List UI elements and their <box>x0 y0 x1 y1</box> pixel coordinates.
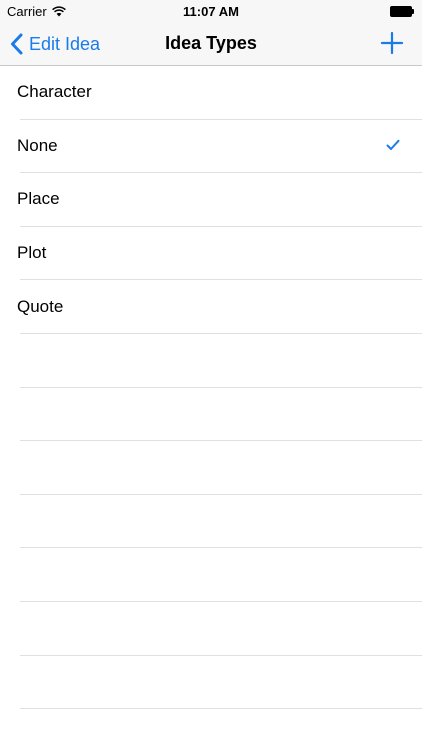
empty-row <box>20 334 422 388</box>
battery-icon <box>390 6 415 17</box>
list-item-place[interactable]: Place <box>17 173 422 227</box>
list-item-plot[interactable]: Plot <box>17 227 422 281</box>
list-item-label: Plot <box>17 243 47 263</box>
empty-row <box>20 548 422 602</box>
list-item-label: None <box>17 135 58 155</box>
empty-row <box>20 709 422 750</box>
empty-row <box>20 656 422 710</box>
checkmark-icon <box>386 139 400 150</box>
empty-row <box>20 388 422 442</box>
status-bar: Carrier 11:07 AM <box>0 0 422 22</box>
add-icon[interactable] <box>380 31 404 55</box>
list-item-label: Quote <box>17 296 64 316</box>
status-time: 11:07 AM <box>183 4 239 19</box>
list-item-label: Place <box>17 189 60 209</box>
page-title: Idea Types <box>165 33 257 53</box>
empty-row <box>20 602 422 656</box>
empty-row <box>20 495 422 549</box>
list-item-none[interactable]: None <box>17 120 422 174</box>
navigation-bar: Edit Idea Idea Types <box>0 22 422 66</box>
idea-types-list: Character None Place Plot Quote <box>0 66 422 750</box>
list-item-character[interactable]: Character <box>17 66 422 120</box>
list-item-label: Character <box>17 82 92 102</box>
empty-row <box>20 441 422 495</box>
list-item-quote[interactable]: Quote <box>17 280 422 334</box>
